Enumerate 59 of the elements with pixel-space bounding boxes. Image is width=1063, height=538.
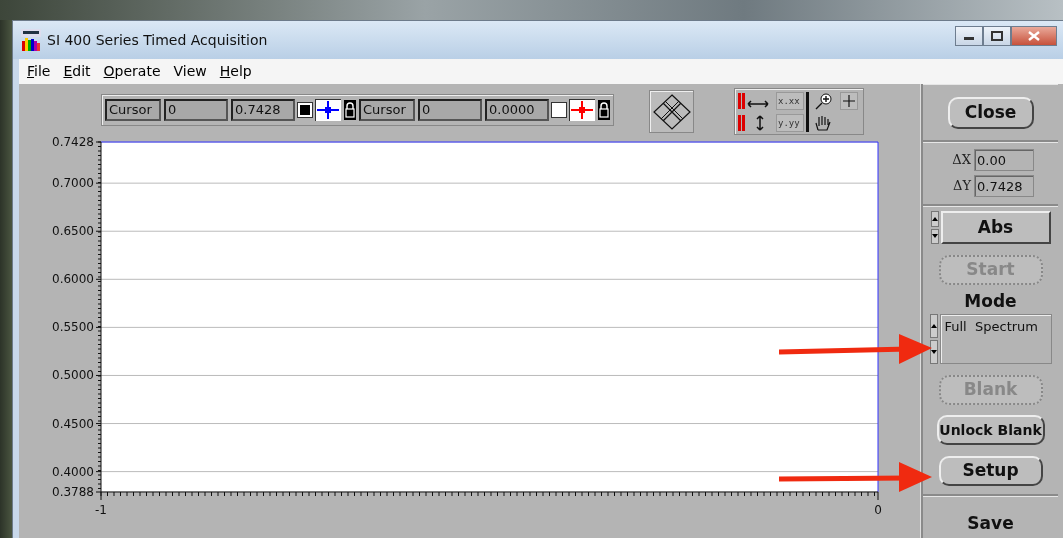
down-arrow-icon xyxy=(930,350,937,354)
lock-icon[interactable] xyxy=(598,100,610,120)
y-tick-label: 0.6000 xyxy=(52,272,94,287)
close-icon xyxy=(1028,31,1040,41)
x-format-button[interactable]: x.xx xyxy=(776,92,804,110)
setup-button[interactable]: Setup xyxy=(938,456,1043,486)
menu-item[interactable]: Operate xyxy=(101,61,163,82)
down-arrow-icon xyxy=(931,234,938,239)
x-tick-label: -1 xyxy=(95,503,107,517)
crosshair-icon[interactable] xyxy=(569,99,595,121)
cursor-y-field[interactable]: 0.7428 xyxy=(231,99,295,121)
save-button[interactable]: Save xyxy=(967,511,1014,537)
cursor-x-field[interactable]: 0 xyxy=(164,99,228,121)
plus-icon[interactable] xyxy=(840,92,858,110)
app-logo-icon xyxy=(21,29,41,51)
cursor-name-field[interactable]: Cursor xyxy=(359,99,415,121)
scale-ring-field[interactable]: Abs xyxy=(940,211,1051,244)
menu-item[interactable]: Edit xyxy=(61,61,93,82)
menu-item[interactable]: File xyxy=(25,61,53,82)
y-format-button[interactable]: y.yy xyxy=(776,114,804,132)
spin-control[interactable] xyxy=(930,211,939,244)
delta-label: ΔY xyxy=(952,177,971,196)
maximize-icon xyxy=(991,31,1003,41)
delta-value-field: 0.7428 xyxy=(974,175,1034,197)
crosshair-icon[interactable] xyxy=(315,99,341,121)
unlock-blank-button[interactable]: Unlock Blank xyxy=(936,415,1045,445)
menu-item[interactable]: View xyxy=(171,61,209,82)
zoom-icon[interactable] xyxy=(814,92,834,110)
x-autoscale-icon[interactable] xyxy=(738,92,770,110)
y-tick-label: 0.5000 xyxy=(52,368,94,383)
spin-control[interactable] xyxy=(929,314,938,364)
minimize-button[interactable] xyxy=(955,26,983,46)
close-button[interactable]: Close xyxy=(947,97,1034,129)
hand-icon[interactable] xyxy=(814,114,832,132)
y-tick-label: 0.4000 xyxy=(52,464,94,479)
y-tick-label: 0.6500 xyxy=(52,224,94,239)
x-tick-label: 0 xyxy=(874,503,882,517)
y-tick-label: 0.4500 xyxy=(52,416,94,431)
window-title: SI 400 Series Timed Acquisition xyxy=(47,30,268,50)
menu-item[interactable]: Help xyxy=(217,61,254,82)
maximize-button[interactable] xyxy=(983,26,1011,46)
up-arrow-icon xyxy=(930,324,937,328)
lock-icon[interactable] xyxy=(344,100,356,120)
mode-listbox[interactable]: Full Spectrum xyxy=(939,314,1052,364)
y-tick-label: 0.5500 xyxy=(52,320,94,335)
close-window-button[interactable] xyxy=(1011,26,1057,46)
y-tick-label: 0.7000 xyxy=(52,176,94,191)
delta-value-field: 0.00 xyxy=(974,149,1034,171)
cursor-y-field[interactable]: 0.0000 xyxy=(485,99,549,121)
point-style-button[interactable] xyxy=(298,103,312,117)
y-tick-label: 0.3788 xyxy=(52,485,94,499)
delta-label: ΔX xyxy=(951,151,971,170)
cursor-x-field[interactable]: 0 xyxy=(418,99,482,121)
up-arrow-icon xyxy=(931,216,938,221)
mode-label: Mode xyxy=(964,291,1017,311)
y-tick-label: 0.7428 xyxy=(52,136,94,149)
cursor-name-field[interactable]: Cursor xyxy=(105,99,161,121)
diamond-icon xyxy=(651,92,692,131)
cursor-move-button[interactable] xyxy=(649,90,694,133)
